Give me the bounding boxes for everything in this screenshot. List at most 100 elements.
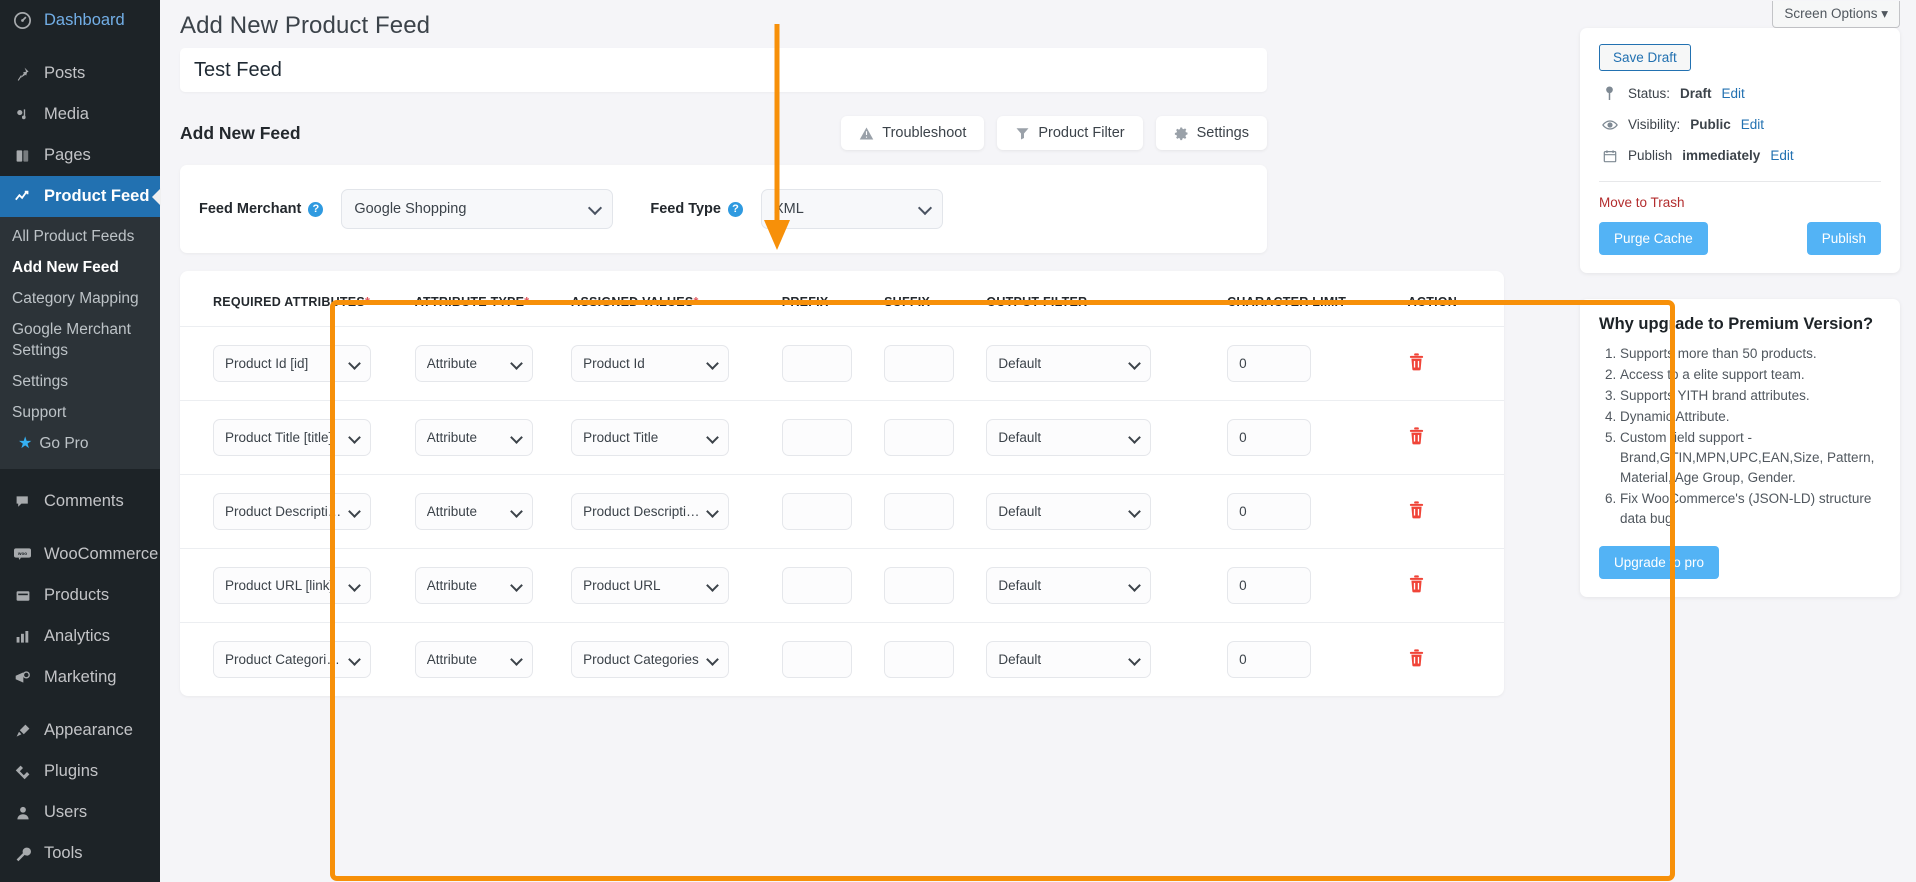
character-limit-input[interactable] [1227,567,1312,604]
move-to-trash-link[interactable]: Move to Trash [1599,195,1685,210]
suffix-input[interactable] [884,345,955,382]
sidebar-item-appearance[interactable]: Appearance [0,710,160,751]
attribute-type-select[interactable]: Attribute [414,641,533,678]
delete-row-button[interactable] [1408,574,1425,593]
attribute-select[interactable]: Product Categories [product_type] [213,641,371,678]
product-feed-submenu: All Product Feeds Add New Feed Category … [0,217,160,470]
attribute-type-select[interactable]: Attribute [414,345,533,382]
attribute-type-select[interactable]: Attribute [414,567,533,604]
assigned-value-select[interactable]: Product Title [571,419,730,456]
sidebar-item-tools[interactable]: Tools [0,833,160,874]
status-value: Draft [1680,86,1712,101]
sidebar-item-analytics[interactable]: Analytics [0,616,160,657]
sidebar-item-posts[interactable]: Posts [0,53,160,94]
sidebar-item-dashboard[interactable]: Dashboard [0,0,160,41]
prefix-input[interactable] [781,567,852,604]
troubleshoot-button[interactable]: Troubleshoot [841,116,985,150]
edit-status-link[interactable]: Edit [1722,86,1745,101]
sidebar-item-products[interactable]: Products [0,575,160,616]
sidebar-item-support[interactable]: Support [0,398,160,429]
attribute-select-wrap: Product Title [title] [213,419,371,456]
suffix-input[interactable] [884,419,955,456]
cell-output-filter: Default [986,326,1228,401]
output-filter-select-wrap: Default [986,419,1152,456]
delete-row-button[interactable] [1408,500,1425,519]
megaphone-icon [12,667,33,688]
suffix-input[interactable] [884,493,955,530]
sidebar-item-comments[interactable]: Comments [0,481,160,522]
attribute-select[interactable]: Product Title [title] [213,419,371,456]
sidebar-label: Dashboard [44,11,125,30]
cell-required-attribute: Product Description [description] [180,474,415,549]
sidebar-item-google-merchant-settings[interactable]: Google Merchant Settings [0,315,160,367]
upgrade-to-pro-button[interactable]: Upgrade to pro [1599,545,1720,579]
attribute-type-select[interactable]: Attribute [414,493,533,530]
premium-upsell-panel: Why upgrade to Premium Version? Supports… [1580,299,1900,597]
sidebar-item-woocommerce[interactable]: woo WooCommerce [0,534,160,575]
attributes-table: REQUIRED ATTRIBUTES* ATTRIBUTE TYPE* ASS… [180,271,1504,696]
attribute-select[interactable]: Product URL [link] [213,567,371,604]
pin-status-icon [1601,86,1618,101]
assigned-value-select[interactable]: Product Description [571,493,730,530]
feed-merchant-card: Feed Merchant ? Google Shopping Feed Typ… [180,165,1267,253]
settings-button[interactable]: Settings [1155,116,1267,150]
sidebar-item-go-pro[interactable]: ★ Go Pro [0,428,160,460]
suffix-input[interactable] [884,641,955,678]
assigned-value-select[interactable]: Product URL [571,567,730,604]
help-icon[interactable]: ? [727,201,743,217]
sidebar-item-media[interactable]: Media [0,94,160,135]
help-icon[interactable]: ? [308,201,324,217]
prefix-input[interactable] [781,345,852,382]
plug-icon [12,761,33,782]
feed-type-select[interactable]: XML [760,189,943,229]
character-limit-input[interactable] [1227,641,1312,678]
output-filter-select-wrap: Default [986,641,1152,678]
prefix-input[interactable] [781,419,852,456]
bar-chart-icon [12,626,33,647]
product-filter-button[interactable]: Product Filter [997,116,1143,150]
sidebar-item-marketing[interactable]: Marketing [0,657,160,698]
character-limit-input[interactable] [1227,345,1312,382]
sidebar-item-settings[interactable]: Settings [0,874,160,882]
feed-merchant-select[interactable]: Google Shopping [341,189,614,229]
save-draft-button[interactable]: Save Draft [1599,44,1691,71]
screen-options-toggle[interactable]: Screen Options ▾ [1772,1,1900,28]
publish-button[interactable]: Publish [1806,222,1881,255]
output-filter-select[interactable]: Default [986,419,1152,456]
edit-publish-link[interactable]: Edit [1770,148,1793,163]
cell-character-limit [1227,548,1408,623]
purge-cache-button[interactable]: Purge Cache [1599,222,1708,255]
output-filter-select[interactable]: Default [986,641,1152,678]
character-limit-input[interactable] [1227,493,1312,530]
suffix-input[interactable] [884,567,955,604]
delete-row-button[interactable] [1408,352,1425,371]
sidebar-item-add-new-feed[interactable]: Add New Feed [0,253,160,284]
sidebar-item-all-product-feeds[interactable]: All Product Feeds [0,222,160,253]
character-limit-input[interactable] [1227,419,1312,456]
sidebar-item-plugins[interactable]: Plugins [0,751,160,792]
feed-title-input[interactable] [180,48,1267,92]
sidebar-item-users[interactable]: Users [0,792,160,833]
prefix-input[interactable] [781,493,852,530]
edit-visibility-link[interactable]: Edit [1741,117,1764,132]
attribute-type-select[interactable]: Attribute [414,419,533,456]
assigned-value-select[interactable]: Product Categories [571,641,730,678]
attribute-select[interactable]: Product Id [id] [213,345,371,382]
delete-row-button[interactable] [1408,426,1425,445]
cell-prefix [781,548,885,623]
delete-row-button[interactable] [1408,648,1425,667]
sidebar-item-pages[interactable]: Pages [0,135,160,176]
output-filter-select[interactable]: Default [986,567,1152,604]
sidebar-item-category-mapping[interactable]: Category Mapping [0,284,160,315]
attribute-select[interactable]: Product Description [description] [213,493,371,530]
assigned-value-select[interactable]: Product Id [571,345,730,382]
list-item: Supports more than 50 products. [1620,344,1881,365]
trash-icon [1409,500,1423,518]
cell-character-limit [1227,474,1408,549]
sidebar-item-product-feed[interactable]: Product Feed [0,176,160,217]
output-filter-select[interactable]: Default [986,345,1152,382]
prefix-input[interactable] [781,641,852,678]
table-body: Product Id [id] Attribute Product Id Defaul… [180,326,1504,697]
sidebar-item-settings[interactable]: Settings [0,367,160,398]
output-filter-select[interactable]: Default [986,493,1152,530]
